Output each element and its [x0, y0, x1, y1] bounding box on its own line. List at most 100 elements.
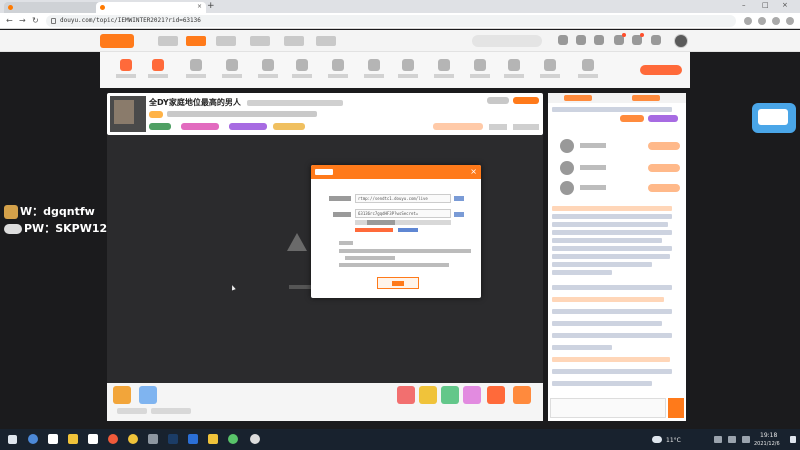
nav-item[interactable] — [250, 36, 270, 46]
panel-pill[interactable] — [648, 115, 678, 122]
app-icon[interactable] — [188, 434, 198, 444]
dialog-header: × — [311, 165, 481, 179]
stream-key-field[interactable]: 63136rc7gqdHF3P?wsSecret= — [355, 209, 451, 218]
report-button[interactable] — [487, 97, 509, 104]
client-link[interactable] — [513, 124, 539, 130]
nav-item[interactable] — [216, 36, 236, 46]
network-icon[interactable] — [728, 436, 736, 443]
close-window-icon[interactable]: × — [782, 1, 788, 9]
stream-key-scrollbar[interactable] — [355, 220, 451, 225]
nav-item[interactable] — [284, 36, 304, 46]
user-avatar[interactable] — [674, 34, 688, 48]
lock-icon — [51, 18, 56, 24]
copy-key-link[interactable] — [454, 212, 464, 217]
rank-avatar[interactable] — [560, 181, 574, 195]
menu-dots-icon[interactable] — [786, 17, 794, 25]
chat-input[interactable] — [550, 398, 666, 418]
gift-icon[interactable] — [397, 386, 415, 404]
close-tab-icon[interactable]: × — [197, 3, 202, 10]
gift-icon[interactable] — [487, 386, 505, 404]
task-view-icon[interactable] — [48, 434, 58, 444]
copy-rtmp-link[interactable] — [454, 196, 464, 201]
rtmp-address-field[interactable]: rtmp://sendtc1.douyu.com/live — [355, 194, 451, 203]
follow-button[interactable] — [513, 97, 539, 104]
room-tag-gold[interactable] — [273, 123, 305, 130]
category-icon[interactable] — [544, 59, 556, 71]
dialog-close-icon[interactable]: × — [470, 167, 477, 176]
maximize-icon[interactable]: □ — [762, 1, 769, 9]
new-tab-icon[interactable]: + — [207, 1, 215, 11]
room-tag-pink[interactable] — [181, 123, 219, 130]
windows-start-icon[interactable] — [8, 435, 17, 444]
app-icon[interactable] — [208, 434, 218, 444]
category-icon[interactable] — [474, 59, 486, 71]
category-icon[interactable] — [296, 59, 308, 71]
rank-avatar[interactable] — [560, 139, 574, 153]
volume-icon[interactable] — [742, 436, 750, 443]
rank-tab[interactable] — [564, 95, 592, 101]
rank-tab[interactable] — [632, 95, 660, 101]
gift-icon[interactable] — [463, 386, 481, 404]
forward-icon[interactable]: → — [19, 16, 26, 25]
gift-icon[interactable] — [419, 386, 437, 404]
address-bar[interactable]: douyu.com/topic/IEMWINTER2021?rid=63136 — [46, 15, 736, 27]
panel-pill[interactable] — [620, 115, 644, 122]
send-button[interactable] — [668, 398, 684, 418]
category-icon[interactable] — [226, 59, 238, 71]
learn-more-link[interactable] — [398, 228, 418, 232]
category-icon[interactable] — [438, 59, 450, 71]
category-icon[interactable] — [582, 59, 594, 71]
mail-icon[interactable] — [88, 434, 98, 444]
header-icon[interactable] — [614, 33, 626, 45]
room-tag-purple[interactable] — [229, 123, 267, 130]
tray-up-icon[interactable] — [714, 436, 722, 443]
rank-avatar[interactable] — [560, 161, 574, 175]
edge-icon[interactable] — [28, 434, 38, 444]
bookmark-star-icon[interactable] — [758, 17, 766, 25]
nav-item[interactable] — [158, 36, 178, 46]
steam-icon[interactable] — [168, 434, 178, 444]
app-icon[interactable] — [108, 434, 118, 444]
back-icon[interactable]: ← — [6, 16, 13, 25]
event-float-badge[interactable] — [752, 103, 796, 133]
category-icon[interactable] — [120, 59, 132, 71]
notification-icon[interactable] — [790, 436, 796, 443]
app-icon[interactable] — [250, 434, 260, 444]
header-icon[interactable] — [576, 35, 586, 45]
header-icon[interactable] — [558, 35, 568, 45]
share-link[interactable] — [489, 124, 507, 130]
category-icon[interactable] — [368, 59, 380, 71]
category-icon[interactable] — [190, 59, 202, 71]
category-icon[interactable] — [152, 59, 164, 71]
nav-item[interactable] — [316, 36, 336, 46]
browser-tab-2[interactable]: × — [96, 2, 206, 13]
site-search-input[interactable] — [472, 35, 542, 47]
reload-icon[interactable]: ↻ — [32, 16, 39, 25]
category-icon[interactable] — [262, 59, 274, 71]
extension-icon[interactable] — [744, 17, 752, 25]
chrome-icon[interactable] — [128, 434, 138, 444]
profile-icon[interactable] — [772, 17, 780, 25]
gift-icon[interactable] — [513, 386, 531, 404]
header-icon[interactable] — [594, 35, 604, 45]
weather-icon[interactable] — [652, 436, 662, 443]
douyu-logo[interactable] — [100, 34, 134, 48]
minimize-icon[interactable]: – — [742, 1, 746, 9]
gift-icon[interactable] — [113, 386, 131, 404]
category-icon[interactable] — [508, 59, 520, 71]
category-icon[interactable] — [402, 59, 414, 71]
header-icon[interactable] — [632, 33, 644, 45]
gift-icon[interactable] — [139, 386, 157, 404]
room-promo-badge[interactable] — [433, 123, 483, 130]
category-icon[interactable] — [332, 59, 344, 71]
app-icon[interactable] — [228, 434, 238, 444]
gift-icon[interactable] — [441, 386, 459, 404]
file-explorer-icon[interactable] — [68, 434, 78, 444]
header-icon[interactable] — [651, 35, 661, 45]
nav-item-active[interactable] — [186, 36, 206, 46]
streamer-thumbnail[interactable] — [110, 96, 146, 132]
room-tag-green[interactable] — [149, 123, 171, 130]
app-icon[interactable] — [148, 434, 158, 444]
dialog-close-button[interactable] — [377, 277, 419, 289]
category-pill-button[interactable] — [640, 65, 682, 75]
